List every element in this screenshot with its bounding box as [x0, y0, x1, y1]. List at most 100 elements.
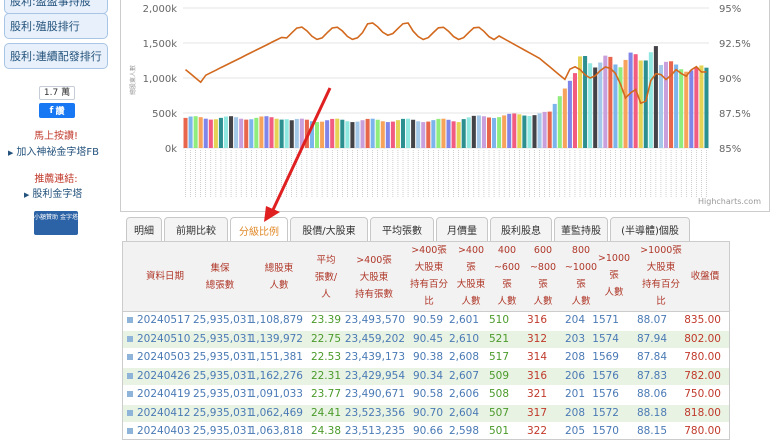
cell-400-600: 521 — [488, 332, 509, 345]
holders-bar — [699, 65, 704, 148]
col-400-600[interactable]: 400 ~600 張 人數 — [489, 242, 525, 310]
col-gt1000pct[interactable]: >1000張 大股東 持有百分 比 — [635, 242, 687, 310]
tab-prev-compare[interactable]: 前期比較 — [164, 217, 228, 242]
cell-600-800: 321 — [526, 388, 547, 400]
col-jibao[interactable]: 集保 總張數 — [197, 260, 243, 294]
cell-jibao: 25,935,031 — [193, 406, 254, 419]
col-800-1000[interactable]: 800 ~1000 張 人數 — [561, 242, 601, 310]
col-gt400n[interactable]: >400 張 大股東 人數 — [453, 242, 489, 310]
cell-gt1000n: 1576 — [592, 388, 619, 400]
holders-bar — [340, 119, 345, 148]
dividend-rank-button[interactable]: 股利:殖股排行 — [4, 13, 108, 39]
cell-gt400n: 2,608 — [448, 351, 479, 363]
table-row[interactable]: 20240426 25,935,031 1,162,276 22.31 23,429,9… — [123, 367, 729, 386]
cell-gt1000pct: 87.84 — [636, 351, 667, 363]
holders-bar — [512, 113, 517, 148]
col-date[interactable]: 資料日期 — [137, 268, 193, 285]
cell-800-1000: 208 — [564, 351, 585, 363]
holders-bar — [213, 119, 218, 148]
holders-bar — [390, 121, 395, 148]
row-marker — [127, 372, 133, 379]
y-tick-right: 87.5% — [719, 109, 751, 120]
tab-detail-label: 明細 — [134, 226, 154, 237]
cell-gt400: 23,429,954 — [344, 369, 405, 382]
holders-bar — [229, 116, 234, 148]
tab-avg-lots[interactable]: 平均張數 — [370, 217, 434, 242]
tab-bar: 明細 前期比較 分級比例 股價/大股東 平均張數 月價量 股利股息 董監持股 (… — [122, 217, 780, 243]
table-row[interactable]: 20240403 25,935,031 1,063,818 24.38 23,513,2… — [123, 423, 729, 439]
join-fb-link[interactable]: ▶ 加入神祕金字塔FB — [8, 143, 99, 158]
table-row[interactable]: 20240419 25,935,031 1,091,033 23.77 23,490,6… — [123, 386, 729, 404]
col-avg[interactable]: 平均 張數/ 人 — [311, 252, 341, 303]
consecutive-dividend-label: 股利:連續配發排行 — [10, 50, 102, 63]
holders-bar — [269, 117, 274, 148]
cell-gt400pct: 90.70 — [412, 406, 443, 419]
cell-800-1000: 208 — [564, 406, 585, 419]
col-holders[interactable]: 總股東 人數 — [255, 260, 303, 294]
holders-bar — [588, 63, 593, 148]
table-row[interactable]: 20240517 25,935,031 1,108,879 23.39 23,493,5… — [123, 312, 729, 330]
col-600-800[interactable]: 600 ~800 張 人數 — [525, 242, 561, 310]
cell-date: 20240510 — [137, 332, 191, 345]
facebook-like-count: 1.7 萬 — [39, 86, 75, 100]
table-row[interactable]: 20240412 25,935,031 1,062,469 24.41 23,523,3… — [123, 404, 729, 423]
holders-bar — [461, 119, 466, 148]
cell-gt1000pct: 87.83 — [636, 369, 667, 382]
tab-level-ratio-label: 分級比例 — [239, 226, 279, 238]
holders-bar — [421, 122, 426, 148]
cell-gt1000pct: 88.07 — [636, 314, 667, 326]
consecutive-dividend-button[interactable]: 股利:連續配發排行 — [4, 43, 108, 69]
tab-dividend[interactable]: 股利股息 — [490, 217, 552, 242]
table-row[interactable]: 20240503 25,935,031 1,151,381 22.53 23,439,1… — [123, 349, 729, 367]
dividend-holding-label: 股利:盈盈事持股 — [10, 0, 91, 8]
holders-bar — [684, 71, 689, 148]
row-marker — [127, 428, 133, 434]
holders-bar — [658, 65, 663, 148]
tab-price-holders[interactable]: 股價/大股東 — [290, 217, 368, 242]
cell-400-600: 508 — [488, 388, 509, 400]
cell-holders: 1,151,381 — [249, 351, 303, 363]
cell-gt1000pct: 88.15 — [636, 425, 667, 437]
col-gt400pct[interactable]: >400張 大股東 持有百分 比 — [406, 242, 452, 310]
pyramid-link[interactable]: ▶ 股利金字塔 — [24, 185, 82, 200]
tab-detail[interactable]: 明細 — [126, 217, 162, 242]
cell-800-1000: 204 — [564, 314, 585, 326]
highcharts-credit[interactable]: Highcharts.com — [698, 197, 761, 206]
holders-bar — [426, 121, 431, 148]
tab-semiconductor[interactable]: (半導體)個股 — [610, 217, 690, 242]
dividend-holding-button[interactable]: 股利:盈盈事持股 — [4, 0, 108, 14]
cell-gt1000pct: 87.94 — [636, 332, 667, 345]
col-close[interactable]: 收盤價 — [683, 268, 727, 285]
tab-level-ratio[interactable]: 分級比例 — [230, 217, 288, 243]
cell-gt1000n: 1572 — [592, 406, 619, 419]
cell-400-600: 517 — [488, 351, 509, 363]
holders-bar — [441, 118, 446, 148]
tab-director-holdings[interactable]: 董監持股 — [554, 217, 608, 242]
tab-avg-lots-label: 平均張數 — [382, 226, 422, 237]
cell-gt400: 23,493,570 — [344, 314, 405, 326]
holders-bar — [294, 118, 299, 148]
tab-monthly-volume[interactable]: 月價量 — [436, 217, 488, 242]
cell-gt1000pct: 88.18 — [636, 406, 667, 419]
cell-jibao: 25,935,031 — [193, 314, 254, 326]
y-tick-left: 0k — [165, 144, 177, 155]
facebook-like-label: 讚 — [55, 107, 65, 117]
cell-holders: 1,062,469 — [249, 406, 303, 419]
holders-bar — [532, 115, 537, 148]
sponsor-button[interactable]: 小額贊助 金字塔 — [34, 211, 78, 235]
holders-bar — [193, 116, 198, 148]
cell-date: 20240412 — [137, 406, 191, 419]
cell-gt1000n: 1570 — [592, 425, 619, 437]
col-gt400[interactable]: >400張 大股東 持有張數 — [345, 252, 403, 303]
holders-bar — [628, 52, 633, 148]
holders-bar — [416, 121, 421, 148]
cell-gt400pct: 90.66 — [412, 425, 443, 437]
holders-bar — [188, 116, 193, 148]
cell-gt1000n: 1574 — [592, 332, 619, 345]
col-gt1000n[interactable]: >1000 張 人數 — [597, 250, 631, 301]
holders-bar — [481, 116, 486, 148]
facebook-like-button[interactable]: f 讚 — [39, 103, 75, 118]
table-row[interactable]: 20240510 25,935,031 1,139,972 22.75 23,459,2… — [123, 330, 729, 349]
row-marker — [127, 391, 133, 397]
cell-gt400pct: 90.45 — [412, 332, 443, 345]
